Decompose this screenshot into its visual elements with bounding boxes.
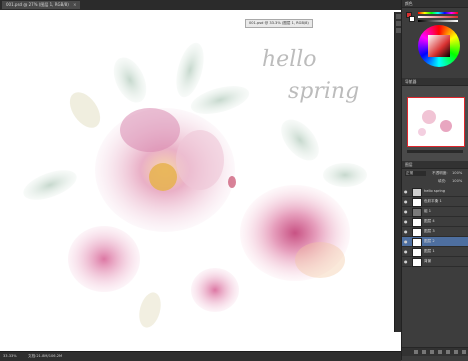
layer-row[interactable]: ● 组 1 — [402, 207, 468, 217]
layer-row[interactable]: ● 图层 4 — [402, 217, 468, 227]
zoom-level[interactable]: 33.33% — [3, 352, 17, 360]
layers-list: ● hello spring ● 色彩平衡 1 ● 组 1 ● 图层 4 ● 图层 3 ●… — [402, 187, 468, 307]
layer-name: 图层 4 — [424, 219, 435, 223]
layer-row[interactable]: ● 背景 — [402, 257, 468, 267]
flower-small — [191, 268, 239, 312]
color-picker-square[interactable] — [428, 35, 450, 57]
flower-main — [95, 108, 235, 232]
adjustment-icon[interactable] — [438, 350, 442, 354]
layer-thumbnail — [412, 218, 422, 227]
color-panel — [402, 8, 468, 78]
leaf — [281, 119, 319, 161]
navigator-panel — [402, 86, 468, 161]
artwork: hello spring — [23, 42, 367, 328]
eye-icon[interactable]: ● — [404, 219, 409, 224]
mask-icon[interactable] — [430, 350, 434, 354]
navigator-preview[interactable] — [407, 97, 465, 147]
document-size: 文档:21.8M/106.2M — [28, 354, 63, 358]
leaf — [113, 57, 147, 103]
opacity-label: 不透明度: — [432, 171, 448, 175]
hue-slider[interactable] — [418, 12, 458, 14]
leaf — [139, 292, 161, 328]
eye-icon[interactable]: ● — [404, 189, 409, 194]
opacity-value[interactable]: 100% — [452, 171, 462, 176]
trash-icon[interactable] — [462, 350, 466, 354]
eye-icon[interactable]: ● — [404, 229, 409, 234]
right-panel-dock: 颜色 导航器 图层 正常 不透明度: 100% 填充: 100% ● hello … — [401, 0, 468, 360]
leaf — [23, 170, 77, 200]
link-icon[interactable] — [414, 350, 418, 354]
layer-row-selected[interactable]: ● 图层 2 — [402, 237, 468, 247]
navigator-panel-tab[interactable]: 导航器 — [402, 78, 468, 86]
blend-mode-select[interactable]: 正常 — [405, 171, 426, 176]
layer-name: 图层 3 — [424, 229, 435, 233]
brightness-slider[interactable] — [418, 20, 458, 22]
layer-name: 组 1 — [424, 209, 432, 213]
document-tab[interactable]: 001.psd @ 27% (图层 1, RGB/8) × — [2, 1, 81, 9]
flower-left — [68, 226, 140, 292]
layer-row[interactable]: ● hello spring — [402, 187, 468, 197]
layer-thumbnail — [412, 198, 422, 207]
layer-name: 图层 2 — [424, 239, 435, 243]
leaf — [69, 92, 101, 128]
layer-thumbnail — [412, 188, 422, 197]
new-layer-icon[interactable] — [454, 350, 458, 354]
eye-icon[interactable]: ● — [404, 199, 409, 204]
document-info-label: 001.psd @ 33.3% (图层 1, RGB/8) — [245, 19, 313, 28]
leaf — [176, 42, 204, 98]
layers-panel-tab[interactable]: 图层 — [402, 161, 468, 169]
eye-icon[interactable]: ● — [404, 259, 409, 264]
layer-row[interactable]: ● 色彩平衡 1 — [402, 197, 468, 207]
folder-icon — [412, 208, 422, 217]
bud — [228, 176, 236, 188]
layers-footer — [402, 347, 468, 356]
fill-label: 填充: — [438, 179, 447, 183]
close-icon[interactable]: × — [73, 2, 76, 7]
layer-thumbnail — [412, 238, 422, 247]
navigator-zoom-slider[interactable] — [407, 150, 463, 153]
layers-options: 正常 不透明度: 100% 填充: 100% — [402, 169, 468, 187]
folder-icon[interactable] — [446, 350, 450, 354]
leaf — [190, 86, 250, 114]
background-color-swatch[interactable] — [409, 16, 415, 22]
layer-name: 背景 — [424, 259, 432, 263]
layer-row[interactable]: ● 图层 1 — [402, 247, 468, 257]
eye-icon[interactable]: ● — [404, 249, 409, 254]
fill-value[interactable]: 100% — [452, 179, 462, 184]
layer-name: 图层 1 — [424, 249, 435, 253]
layer-thumbnail — [412, 258, 422, 267]
canvas[interactable]: hello spring 001.psd @ 33.3% (图层 1, RGB/… — [0, 10, 401, 351]
canvas-text-hello: hello — [262, 47, 317, 72]
eye-icon[interactable]: ● — [404, 209, 409, 214]
saturation-slider[interactable] — [418, 16, 458, 18]
layer-thumbnail — [412, 228, 422, 237]
flower-right — [240, 185, 350, 281]
layer-row[interactable]: ● 图层 3 — [402, 227, 468, 237]
layer-thumbnail — [412, 248, 422, 257]
fx-icon[interactable] — [422, 350, 426, 354]
layer-name: 色彩平衡 1 — [424, 199, 442, 203]
eye-icon[interactable]: ● — [404, 239, 409, 244]
color-panel-tab[interactable]: 颜色 — [402, 0, 468, 8]
canvas-text-spring: spring — [288, 79, 359, 104]
layer-name: hello spring — [424, 189, 446, 193]
color-wheel[interactable] — [418, 25, 460, 67]
leaf — [323, 163, 367, 187]
document-tab-title: 001.psd @ 27% (图层 1, RGB/8) — [6, 2, 69, 7]
